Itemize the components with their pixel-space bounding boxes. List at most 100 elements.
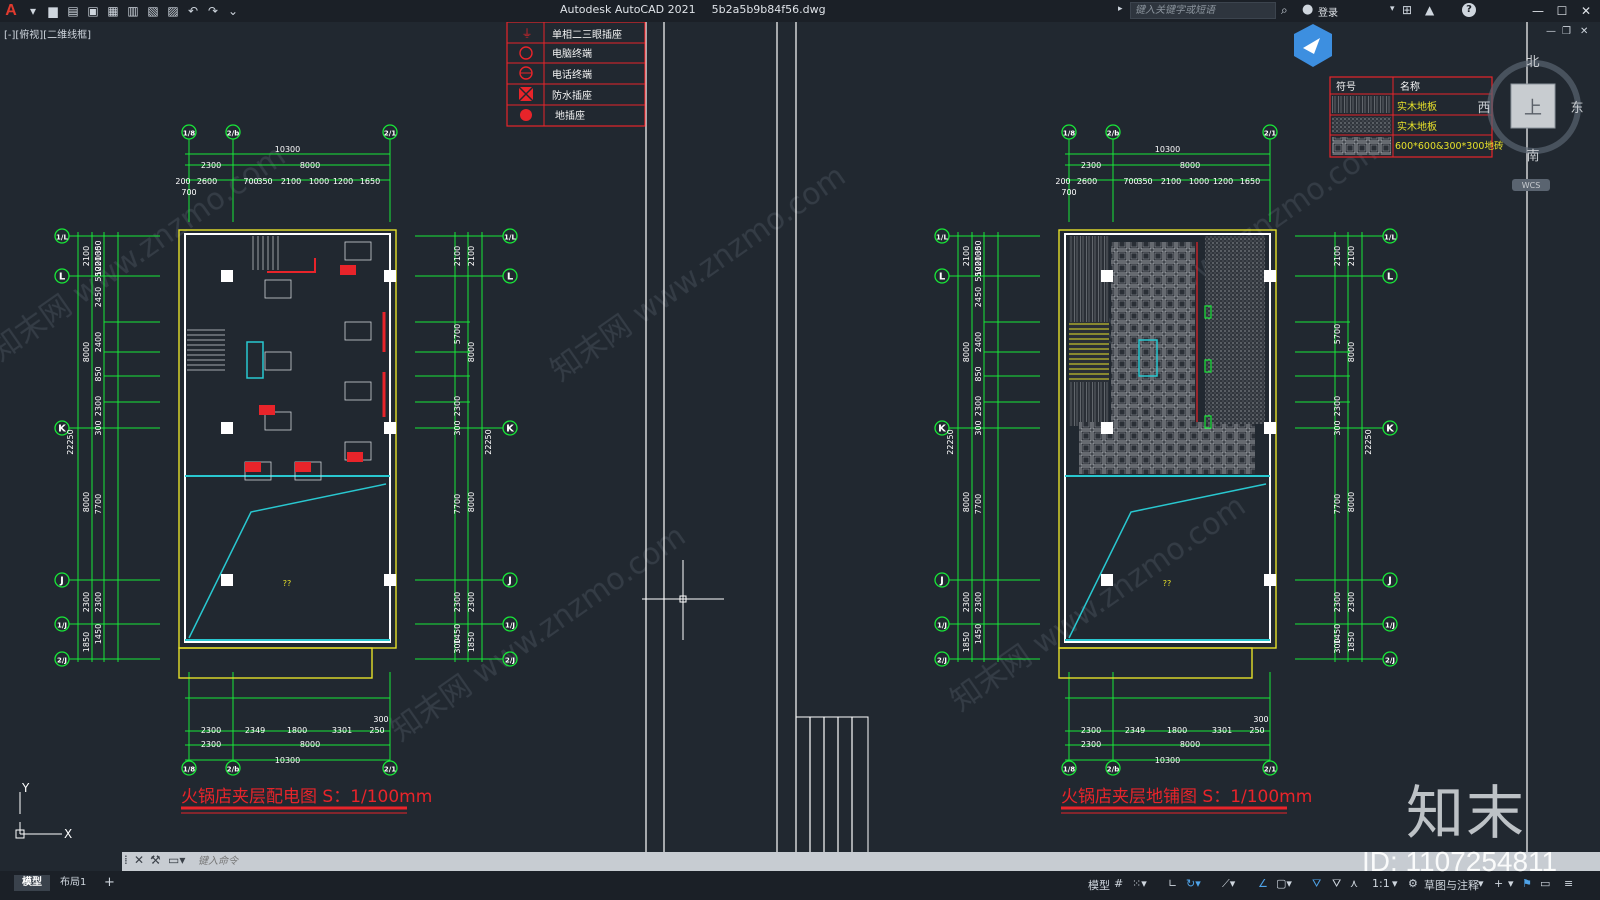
dimension-text: 2400 [974, 332, 983, 352]
dimension-text: 300 [1333, 638, 1342, 653]
grid-bubble-label: 1/L [936, 234, 948, 242]
osnap-icon[interactable]: ∠ [1258, 877, 1268, 890]
user-icon[interactable]: ● [1302, 2, 1313, 17]
search-input[interactable]: 键入关键字或短语 [1130, 2, 1276, 19]
save-web-icon[interactable]: ▧ [144, 2, 162, 20]
dimension-text: 300 [1333, 420, 1342, 435]
search-expand-icon[interactable]: ▸ [1118, 4, 1123, 14]
grid-bubble-label: 2/1 [384, 130, 396, 138]
dimension-text: 8000 [467, 492, 476, 512]
add-icon[interactable]: + [1494, 877, 1503, 890]
material-label: 实木地板 [1397, 120, 1437, 133]
search-icon[interactable]: ⌕ [1281, 3, 1288, 18]
wcs-label[interactable]: WCS [1522, 181, 1541, 190]
scale-dropdown-icon[interactable]: ▾ [1392, 877, 1398, 890]
viewcube-north[interactable]: 北 [1526, 55, 1539, 70]
autocad-logo-icon[interactable]: A [0, 0, 22, 22]
annotation-scale-icon[interactable]: ⋏ [1350, 877, 1358, 890]
workspace-switch[interactable]: 草图与注释 [1424, 877, 1479, 893]
dimension-text: 1200 [1213, 177, 1233, 186]
dimension-text: 850 [974, 366, 983, 381]
hardware-accel-icon[interactable]: ⚑ [1522, 877, 1532, 890]
help-icon[interactable]: ? [1462, 3, 1476, 17]
dimension-text: 2300 [1081, 740, 1101, 749]
dimension-text: 2600 [197, 177, 217, 186]
grid-bubble-label: J [59, 576, 64, 587]
login-link[interactable]: 登录 [1318, 4, 1338, 19]
auto-scale-icon[interactable]: ⛛ [1332, 877, 1341, 891]
command-input[interactable] [198, 853, 1098, 869]
balcony-outline [1058, 647, 1253, 679]
cmd-recent-icon[interactable]: ▭▾ [168, 853, 185, 867]
dimension-text: 2100 [962, 246, 971, 266]
grid-icon[interactable]: # [1114, 877, 1123, 890]
dimension-text: 2300 [201, 726, 221, 735]
legend-label: 防水插座 [552, 89, 592, 102]
add-layout-button[interactable]: + [96, 875, 123, 891]
socket-symbol [295, 462, 311, 472]
otrack-icon[interactable]: ▢▾ [1276, 877, 1292, 890]
grid-bubble-label: 2/J [57, 657, 67, 665]
maximize-icon[interactable]: ☐ [1552, 2, 1572, 20]
dimension-text: 8000 [82, 342, 91, 362]
minimize-icon[interactable]: — [1528, 2, 1548, 20]
workspace-gear-icon[interactable]: ⚙ [1408, 877, 1418, 890]
new-file-icon[interactable]: ▆ [44, 2, 62, 20]
cmd-grip-icon[interactable]: ⁞ [124, 853, 128, 867]
plugin-badge-icon[interactable] [1294, 24, 1332, 67]
annotation-visibility-icon[interactable]: ⛛ [1312, 877, 1321, 891]
dimension-text: 1000 [309, 177, 329, 186]
save-icon[interactable]: ▣ [84, 2, 102, 20]
dimension-text: 300 [94, 420, 103, 435]
customize-status-icon[interactable]: ≡ [1564, 877, 1573, 890]
structural-column [1264, 270, 1276, 282]
close-icon[interactable]: ✕ [1576, 2, 1596, 20]
undo-icon[interactable]: ↶ [184, 2, 202, 20]
isolate-icon[interactable]: ▾ [1508, 877, 1514, 890]
structural-column [384, 574, 396, 586]
open-file-icon[interactable]: ▤ [64, 2, 82, 20]
dimension-text: 1850 [962, 632, 971, 652]
dimension-text: 8000 [1347, 342, 1356, 362]
dimension-text: 22250 [946, 429, 955, 454]
snap-icon[interactable]: ⁙▾ [1132, 877, 1147, 890]
viewcube-south[interactable]: 南 [1526, 148, 1539, 164]
redo-icon[interactable]: ↷ [204, 2, 222, 20]
polar-icon[interactable]: ↻▾ [1186, 877, 1201, 890]
customize-qat-icon[interactable]: ⌄ [224, 2, 242, 20]
viewcube-east[interactable]: 东 [1570, 101, 1583, 116]
isodraft-icon[interactable]: ⟋▾ [1222, 877, 1235, 891]
save-as-icon[interactable]: ▦ [104, 2, 122, 20]
tab-model[interactable]: 模型 [14, 875, 50, 891]
dimension-text: 5700 [1333, 324, 1342, 344]
a360-icon[interactable]: ▲ [1425, 3, 1434, 17]
dimension-text: 1650 [360, 177, 380, 186]
print-icon[interactable]: ▨ [164, 2, 182, 20]
dimension-text: 3301 [1212, 726, 1232, 735]
tab-layout1[interactable]: 布局1 [52, 875, 94, 891]
workspace-dropdown-icon[interactable]: ▾ [1478, 877, 1484, 890]
dimension-text: 22250 [484, 429, 493, 454]
cart-icon[interactable]: ⊞ [1402, 3, 1412, 17]
dimension-text: 1800 [287, 726, 307, 735]
dimension-text: 7700 [453, 494, 462, 514]
viewcube[interactable]: 上 北 南 东 西 WCS [1477, 55, 1584, 191]
brand-watermark: 知末 [1406, 779, 1527, 847]
dimension-text: 2300 [201, 161, 221, 170]
viewcube-west[interactable]: 西 [1477, 101, 1490, 116]
socket-symbol [340, 265, 356, 275]
drawing-canvas[interactable]: 知末网 www.znzmo.com 知末网 www.znzmo.com 知末网 … [0, 22, 1600, 860]
annotation-scale-value[interactable]: 1:1 [1372, 877, 1390, 890]
plan-title: 火锅店夹层配电图 S：1/100mm [181, 787, 432, 807]
cmd-close-icon[interactable]: ✕ [134, 853, 144, 867]
dimension-text: 22250 [66, 429, 75, 454]
open-web-icon[interactable]: ▥ [124, 2, 142, 20]
menu-arrow-icon[interactable]: ▾ [24, 2, 42, 20]
model-space-button[interactable]: 模型 [1088, 877, 1110, 893]
material-legend: 符号 名称 实木地板 实木地板 600*600&300*300地砖 [1329, 76, 1504, 158]
viewcube-top-label[interactable]: 上 [1524, 98, 1542, 119]
ortho-icon[interactable]: ∟ [1168, 877, 1177, 890]
cmd-customize-icon[interactable]: ⚒ [150, 853, 161, 867]
login-dropdown-icon[interactable]: ▾ [1390, 4, 1395, 14]
clean-screen-icon[interactable]: ▭ [1540, 877, 1550, 890]
